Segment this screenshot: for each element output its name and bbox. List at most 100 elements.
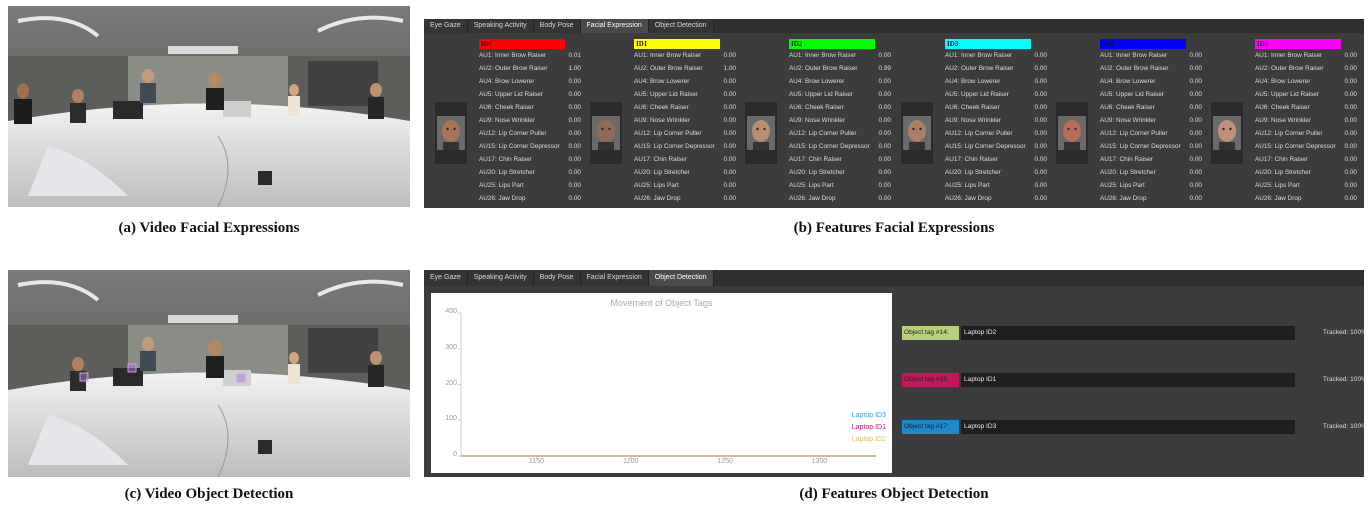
au-value: 0.00 [1344, 91, 1357, 98]
au-name: AU20: Lip Stretcher [634, 169, 690, 176]
au-value: 0.00 [1189, 143, 1202, 150]
au-row: AU25: Lips Part 0.00 [479, 180, 581, 193]
au-row: AU15: Lip Corner Depressor 0.00 [1255, 141, 1357, 154]
au-row: AU2: Outer Brow Raiser 0.00 [945, 63, 1047, 76]
au-row: AU1: Inner Brow Raiser 0.00 [1255, 50, 1357, 63]
au-value: 0.00 [1034, 156, 1047, 163]
au-value: 0.00 [878, 78, 891, 85]
au-name: AU17: Chin Raiser [479, 156, 532, 163]
face-thumbnail [901, 102, 933, 164]
au-value: 0.00 [1189, 195, 1202, 202]
au-name: AU12: Lip Corner Puller [1255, 130, 1323, 137]
au-name: AU1: Inner Brow Raiser [789, 52, 857, 59]
face-thumbnail [1211, 102, 1243, 164]
au-name: AU17: Chin Raiser [945, 156, 998, 163]
au-row: AU17: Chin Raiser 0.00 [1255, 154, 1357, 167]
au-value: 0.00 [1189, 182, 1202, 189]
tab-speaking-activity[interactable]: Speaking Activity [467, 270, 534, 286]
au-name: AU20: Lip Stretcher [1100, 169, 1156, 176]
au-value: 0.99 [878, 65, 891, 72]
tab-bar: Eye Gaze Speaking Activity Body Pose Fac… [424, 19, 1364, 33]
x-tick-label: 1300 [811, 458, 828, 465]
au-row: AU26: Jaw Drop 0.00 [945, 193, 1047, 206]
legend-entry: Laptop ID1 [851, 424, 886, 431]
au-row: AU4: Brow Lowerer 0.00 [1255, 76, 1357, 89]
au-row: AU4: Brow Lowerer 0.00 [479, 76, 581, 89]
tab-facial-expression[interactable]: Facial Expression [580, 270, 649, 286]
au-row: AU6: Cheek Raiser 0.00 [1255, 102, 1357, 115]
au-name: AU5: Upper Lid Raiser [945, 91, 1009, 98]
video-object-detection [8, 270, 410, 477]
video-frame-image [8, 270, 410, 477]
au-value: 0.00 [723, 156, 736, 163]
object-name-field[interactable]: Laptop ID3 [961, 420, 1295, 434]
au-value: 0.00 [568, 91, 581, 98]
face-thumbnail [745, 102, 777, 164]
object-tag-row: Object tag #17: Laptop ID3 Tracked: 100% [902, 420, 1364, 434]
au-name: AU4: Brow Lowerer [1255, 78, 1311, 85]
au-row: AU5: Upper Lid Raiser 0.00 [1255, 89, 1357, 102]
au-name: AU12: Lip Corner Puller [945, 130, 1013, 137]
au-row: AU9: Nose Wrinkler 0.00 [1255, 115, 1357, 128]
y-tick-label: 300 [445, 343, 457, 351]
au-row: AU26: Jaw Drop 0.00 [634, 193, 736, 206]
tracked-status: Tracked: 100% [1322, 423, 1364, 430]
au-row: AU15: Lip Corner Depressor 0.00 [789, 141, 891, 154]
au-name: AU9: Nose Wrinkler [789, 117, 845, 124]
au-value: 0.00 [878, 52, 891, 59]
au-value: 1.00 [723, 65, 736, 72]
tab-eye-gaze[interactable]: Eye Gaze [424, 270, 468, 286]
au-value: 0.00 [723, 130, 736, 137]
au-row: AU15: Lip Corner Depressor 0.00 [479, 141, 581, 154]
tab-facial-expression[interactable]: Facial Expression [580, 19, 649, 33]
au-value: 0.00 [878, 182, 891, 189]
chart-plot-area [458, 312, 876, 459]
au-name: AU1: Inner Brow Raiser [479, 52, 547, 59]
au-name: AU6: Cheek Raiser [945, 104, 1000, 111]
au-name: AU2: Outer Brow Raiser [1255, 65, 1324, 72]
au-name: AU26: Jaw Drop [789, 195, 836, 202]
au-value: 0.00 [878, 104, 891, 111]
object-tag-row: Object tag #15: Laptop ID1 Tracked: 100% [902, 373, 1364, 387]
object-name-field[interactable]: Laptop ID1 [961, 373, 1295, 387]
au-name: AU12: Lip Corner Puller [789, 130, 857, 137]
au-value: 0.00 [723, 117, 736, 124]
au-value: 0.00 [878, 169, 891, 176]
au-value: 0.00 [878, 117, 891, 124]
id-label-bar: ID0 [479, 39, 565, 49]
tab-body-pose[interactable]: Body Pose [533, 270, 581, 286]
au-row: AU5: Upper Lid Raiser 0.00 [945, 89, 1047, 102]
au-row: AU12: Lip Corner Puller 0.00 [1100, 128, 1202, 141]
au-row: AU25: Lips Part 0.00 [945, 180, 1047, 193]
au-value: 0.00 [1344, 169, 1357, 176]
au-value: 0.00 [1189, 52, 1202, 59]
au-row: AU4: Brow Lowerer 0.00 [789, 76, 891, 89]
tab-speaking-activity[interactable]: Speaking Activity [467, 19, 534, 33]
au-name: AU9: Nose Wrinkler [634, 117, 690, 124]
face-image [1058, 116, 1086, 150]
au-row: AU1: Inner Brow Raiser 0.00 [634, 50, 736, 63]
object-tag-row: Object tag #14: Laptop ID2 Tracked: 100% [902, 326, 1364, 340]
au-row: AU1: Inner Brow Raiser 0.00 [945, 50, 1047, 63]
au-name: AU6: Cheek Raiser [789, 104, 844, 111]
object-tag-label: Object tag #15: [902, 373, 959, 387]
au-name: AU26: Jaw Drop [479, 195, 526, 202]
tab-body-pose[interactable]: Body Pose [533, 19, 581, 33]
facial-features-panel: Eye Gaze Speaking Activity Body Pose Fac… [424, 19, 1364, 208]
au-value: 0.00 [1034, 52, 1047, 59]
object-name-field[interactable]: Laptop ID2 [961, 326, 1295, 340]
tab-eye-gaze[interactable]: Eye Gaze [424, 19, 468, 33]
object-features-panel: Eye Gaze Speaking Activity Body Pose Fac… [424, 270, 1364, 477]
au-value: 0.00 [1344, 143, 1357, 150]
au-name: AU2: Outer Brow Raiser [789, 65, 858, 72]
au-row: AU17: Chin Raiser 0.00 [789, 154, 891, 167]
au-row: AU15: Lip Corner Depressor 0.00 [1100, 141, 1202, 154]
tab-object-detection[interactable]: Object Detection [648, 270, 714, 286]
au-name: AU20: Lip Stretcher [479, 169, 535, 176]
tab-object-detection[interactable]: Object Detection [648, 19, 714, 33]
au-value: 0.00 [568, 78, 581, 85]
au-value: 0.00 [878, 156, 891, 163]
au-value: 1.00 [568, 65, 581, 72]
au-row: AU12: Lip Corner Puller 0.00 [789, 128, 891, 141]
au-name: AU17: Chin Raiser [1100, 156, 1153, 163]
